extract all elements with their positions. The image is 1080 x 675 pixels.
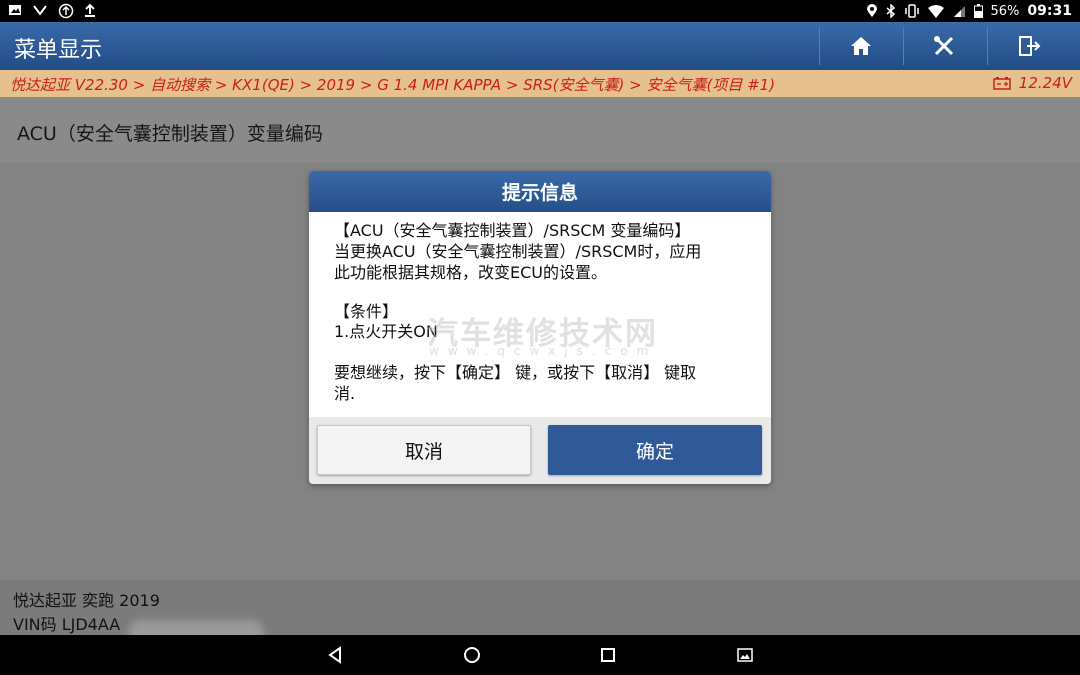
home-circle-icon (464, 647, 480, 663)
recents-button[interactable] (594, 643, 622, 667)
home-button[interactable] (819, 27, 902, 65)
status-bar: 56% 09:31 (0, 0, 1080, 22)
breadcrumb: 悦达起亚 V22.30 > 自动搜索 > KX1(QE) > 2019 > G … (0, 70, 1080, 97)
voicemail-icon (33, 5, 47, 16)
signal-icon (953, 5, 965, 17)
screenshot-button[interactable] (731, 643, 759, 667)
image-icon (9, 5, 21, 15)
bluetooth-icon (886, 4, 895, 18)
page-title: 菜单显示 (14, 38, 103, 63)
recents-icon (601, 648, 615, 662)
location-icon (866, 4, 877, 17)
voltage-value: 12.24V (1018, 74, 1072, 92)
battery-voltage-icon (993, 77, 1011, 90)
back-icon (328, 646, 341, 664)
wifi-icon (927, 4, 944, 18)
dialog-text-line: 1.点火开关ON (334, 322, 438, 341)
upload-icon (85, 3, 95, 17)
dialog-text-line: 此功能根据其规格，改变ECU的设置。 (334, 263, 607, 282)
home-icon (851, 37, 871, 55)
info-dialog: 提示信息 【ACU（安全气囊控制装置）/SRSCM 变量编码】 当更换ACU（安… (309, 171, 771, 484)
breadcrumb-path: 悦达起亚 V22.30 > 自动搜索 > KX1(QE) > 2019 > G … (10, 76, 776, 94)
voltage-indicator: 12.24V (993, 74, 1072, 92)
navigation-bar (0, 635, 1080, 675)
dialog-text-line: 消. (334, 384, 356, 403)
watermark-url: www.qcwxjs.com (429, 344, 658, 358)
app-header: 菜单显示 (0, 22, 1080, 70)
exit-icon (1019, 36, 1041, 56)
home-nav-button[interactable] (458, 643, 486, 667)
battery-percent: 56% (990, 3, 1020, 19)
battery-icon (973, 4, 983, 18)
screenshot-icon (737, 648, 753, 662)
vin-number: VIN码 LJD4AA (13, 615, 121, 634)
function-header: ACU（安全气囊控制装置）变量编码 (0, 97, 1080, 163)
back-button[interactable] (321, 643, 349, 667)
cancel-button[interactable]: 取消 (317, 425, 531, 475)
tools-button[interactable] (903, 27, 986, 65)
usb-icon (58, 3, 74, 19)
function-title: ACU（安全气囊控制装置）变量编码 (17, 123, 323, 145)
dialog-title: 提示信息 (309, 171, 771, 212)
wrench-icon (934, 36, 954, 56)
exit-button[interactable] (987, 27, 1070, 65)
clock: 09:31 (1027, 3, 1072, 19)
confirm-button[interactable]: 确定 (548, 425, 762, 475)
vibrate-icon (904, 4, 919, 18)
dialog-body: 【ACU（安全气囊控制装置）/SRSCM 变量编码】 当更换ACU（安全气囊控制… (309, 212, 771, 417)
vehicle-model: 悦达起亚 奕跑 2019 (13, 591, 160, 610)
dialog-text-line: 要想继续，按下【确定】 键，或按下【取消】 键取 (334, 363, 697, 382)
